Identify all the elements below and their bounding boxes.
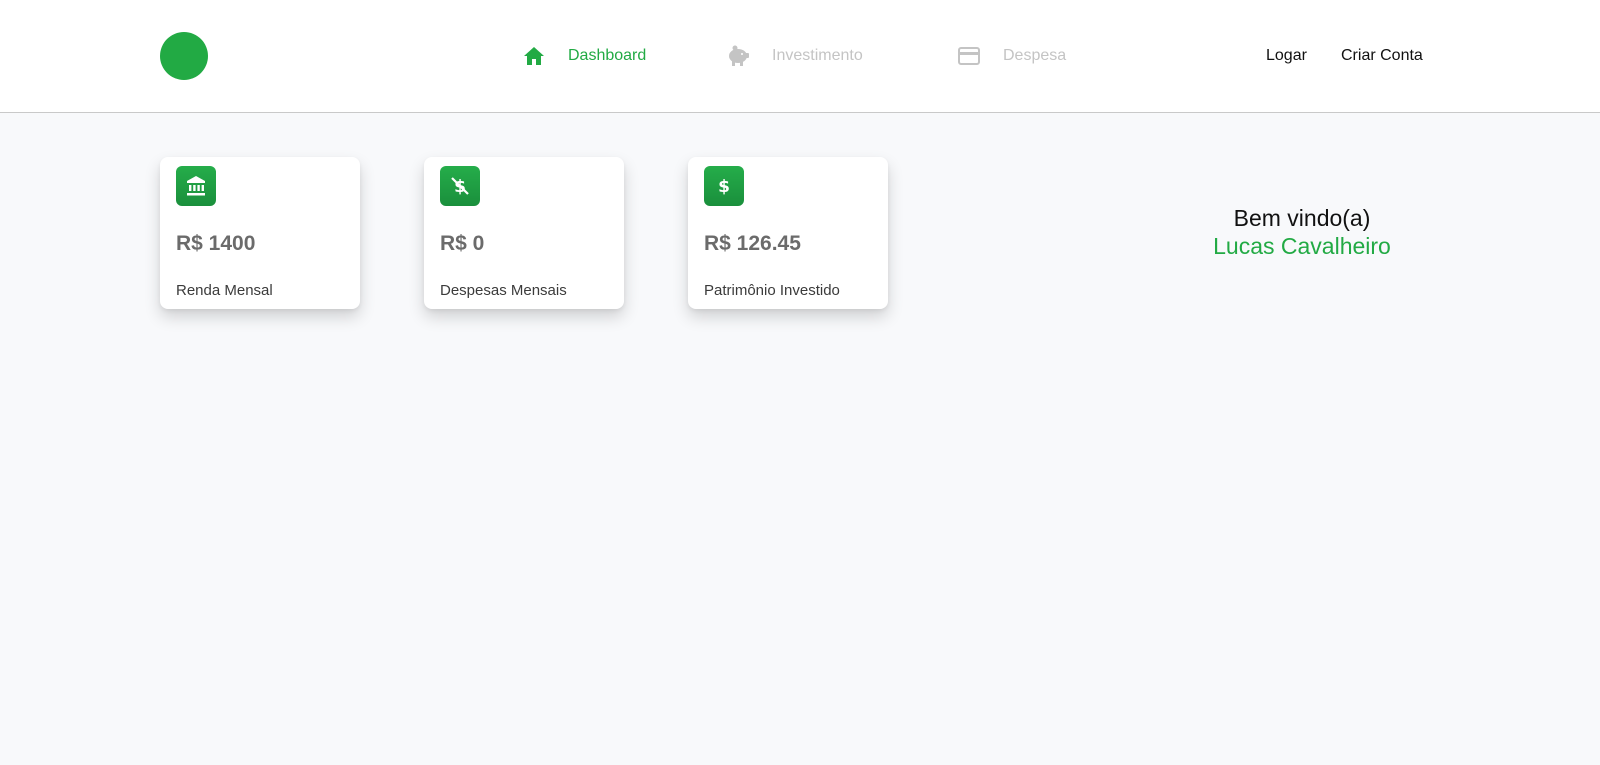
summary-card-expenses: $ R$ 0 Despesas Mensais — [424, 157, 624, 309]
nav-item-despesa[interactable]: Despesa — [957, 44, 1066, 68]
welcome-greeting: Bem vindo(a) — [1233, 205, 1371, 231]
piggy-bank-icon — [726, 44, 750, 68]
nav-item-dashboard[interactable]: Dashboard — [522, 44, 646, 68]
card-label: Despesas Mensais — [440, 282, 567, 299]
nav-item-investimento[interactable]: Investimento — [726, 44, 863, 68]
bank-icon — [176, 166, 216, 206]
app-logo[interactable] — [160, 32, 208, 80]
dollar-icon: $ — [704, 166, 744, 206]
svg-text:$: $ — [718, 177, 730, 197]
card-value: R$ 126.45 — [704, 232, 801, 255]
card-value: R$ 1400 — [176, 232, 256, 255]
credit-card-icon — [957, 44, 981, 68]
home-icon — [522, 44, 546, 68]
top-navbar: Dashboard Investimento Despesa Logar Cri… — [0, 0, 1600, 113]
create-account-link[interactable]: Criar Conta — [1341, 47, 1423, 65]
card-label: Patrimônio Investido — [704, 282, 840, 299]
card-value: R$ 0 — [440, 232, 485, 255]
user-name: Lucas Cavalheiro — [1213, 233, 1391, 259]
card-label: Renda Mensal — [176, 282, 273, 299]
money-off-icon: $ — [440, 166, 480, 206]
welcome-message: Bem vindo(a) Lucas Cavalheiro — [1168, 204, 1436, 260]
nav-item-label: Despesa — [1003, 47, 1067, 64]
login-link[interactable]: Logar — [1266, 47, 1307, 65]
nav-item-label: Investimento — [772, 47, 863, 64]
summary-card-income: R$ 1400 Renda Mensal — [160, 157, 360, 309]
summary-card-invested: $ R$ 126.45 Patrimônio Investido — [688, 157, 888, 309]
nav-item-label: Dashboard — [568, 47, 647, 64]
